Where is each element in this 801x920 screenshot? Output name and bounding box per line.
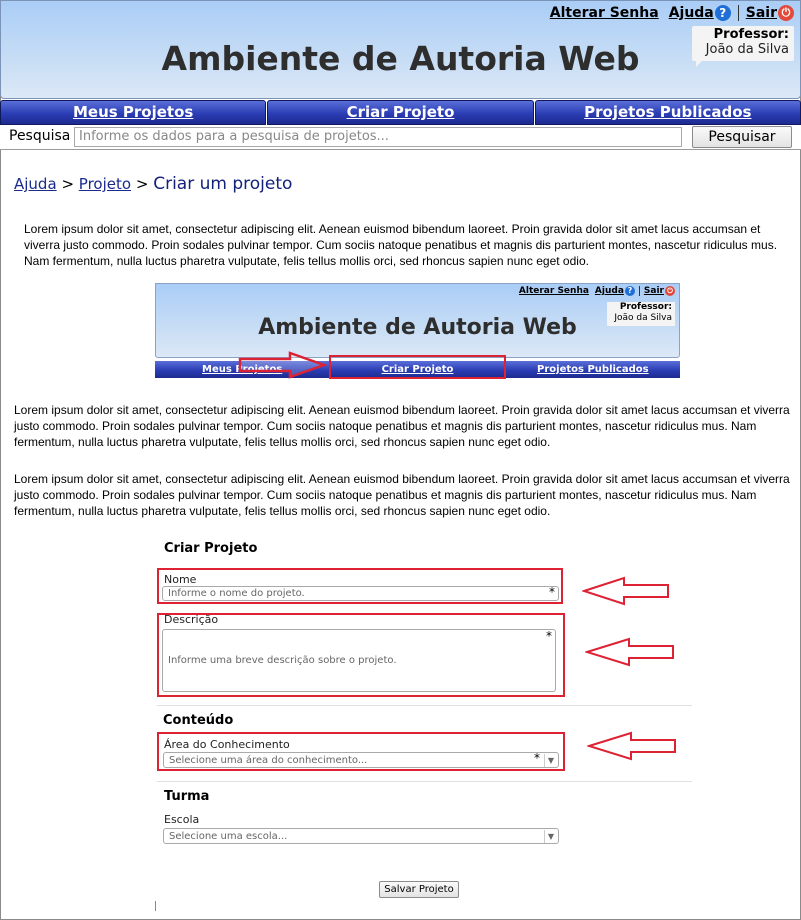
thumb-top-links: Alterar Senha Ajuda ? Sair ⏻ <box>519 286 675 296</box>
search-label: Pesquisa <box>9 128 71 144</box>
intro-paragraph: Lorem ipsum dolor sit amet, consectetur … <box>24 222 778 268</box>
arrow-left-icon <box>585 637 674 667</box>
power-icon[interactable]: ⏻ <box>778 5 794 21</box>
thumb-title: Ambiente de Autoria Web <box>258 315 577 340</box>
search-button[interactable]: Pesquisar <box>692 126 792 148</box>
thumb-tab-projetos-publicados: Projetos Publicados <box>505 361 680 378</box>
required-mark: * <box>549 585 555 599</box>
required-mark: * <box>534 751 540 765</box>
name-input[interactable]: Informe o nome do projeto. * <box>162 586 559 601</box>
knowledge-area-placeholder: Selecione uma área do conhecimento... <box>169 755 368 766</box>
thumb-user-role: Professor: <box>619 302 672 312</box>
knowledge-area-select[interactable]: Selecione uma área do conhecimento... * … <box>163 752 559 768</box>
knowledge-area-label: Área do Conhecimento <box>164 738 290 751</box>
thumb-header: Alterar Senha Ajuda ? Sair ⏻ Professor: … <box>155 283 680 358</box>
breadcrumb-projeto[interactable]: Projeto <box>79 175 131 193</box>
description-label: Descrição <box>164 613 219 626</box>
divider <box>155 901 156 911</box>
separator <box>737 5 739 21</box>
search-bar: Pesquisa Informe os dados para a pesquis… <box>0 125 801 150</box>
class-section-title: Turma <box>164 789 210 804</box>
highlight-box <box>329 355 506 379</box>
thumb-exit: Sair <box>643 286 664 296</box>
breadcrumb-current: Criar um projeto <box>153 174 293 194</box>
thumb-help-icon: ? <box>624 286 635 296</box>
description-placeholder: Informe uma breve descrição sobre o proj… <box>168 655 397 666</box>
help-link[interactable]: Ajuda <box>669 5 714 21</box>
divider <box>157 781 692 782</box>
tab-criar-projeto[interactable]: Criar Projeto <box>267 100 534 125</box>
arrow-left-icon <box>582 576 669 606</box>
chevron-down-icon[interactable]: ▼ <box>544 754 557 767</box>
thumb-separator <box>638 286 640 296</box>
form-title: Criar Projeto <box>164 541 258 556</box>
chevron-down-icon[interactable]: ▼ <box>544 830 557 843</box>
content-section-title: Conteúdo <box>163 713 234 728</box>
school-placeholder: Selecione uma escola... <box>169 831 288 842</box>
required-mark: * <box>546 629 552 643</box>
app-header: Alterar Senha Ajuda ? Sair ⏻ Professor: … <box>0 0 801 99</box>
body-paragraph: Lorem ipsum dolor sit amet, consectetur … <box>14 472 790 518</box>
exit-link[interactable]: Sair <box>746 5 777 21</box>
breadcrumb-separator: > <box>61 175 75 193</box>
breadcrumb: Ajuda > Projeto > Criar um projeto <box>14 174 292 194</box>
change-password-link[interactable]: Alterar Senha <box>550 5 659 21</box>
save-project-button[interactable]: Salvar Projeto <box>379 881 459 898</box>
main-nav: Meus Projetos Criar Projeto Projetos Pub… <box>0 100 801 125</box>
help-circle-icon[interactable]: ? <box>714 5 731 21</box>
breadcrumb-separator: > <box>135 175 149 193</box>
name-placeholder: Informe o nome do projeto. <box>168 588 305 599</box>
thumb-help: Ajuda <box>594 286 624 296</box>
school-select[interactable]: Selecione uma escola... ▼ <box>163 828 559 844</box>
arrow-right-icon <box>238 351 328 379</box>
name-label: Nome <box>164 573 197 586</box>
search-input[interactable]: Informe os dados para a pesquisa de proj… <box>74 127 682 147</box>
breadcrumb-ajuda[interactable]: Ajuda <box>14 175 57 193</box>
body-paragraph: Lorem ipsum dolor sit amet, consectetur … <box>14 403 790 449</box>
school-label: Escola <box>164 813 200 826</box>
tab-meus-projetos[interactable]: Meus Projetos <box>0 100 267 125</box>
thumb-power-icon: ⏻ <box>665 286 675 296</box>
tab-projetos-publicados[interactable]: Projetos Publicados <box>534 100 801 125</box>
description-textarea[interactable]: Informe uma breve descrição sobre o proj… <box>162 629 556 692</box>
top-links: Alterar Senha Ajuda ? Sair ⏻ <box>550 5 794 21</box>
divider <box>157 705 692 706</box>
thumb-change-password: Alterar Senha <box>518 286 589 296</box>
app-title: Ambiente de Autoria Web <box>161 39 640 78</box>
arrow-left-icon <box>587 731 676 761</box>
